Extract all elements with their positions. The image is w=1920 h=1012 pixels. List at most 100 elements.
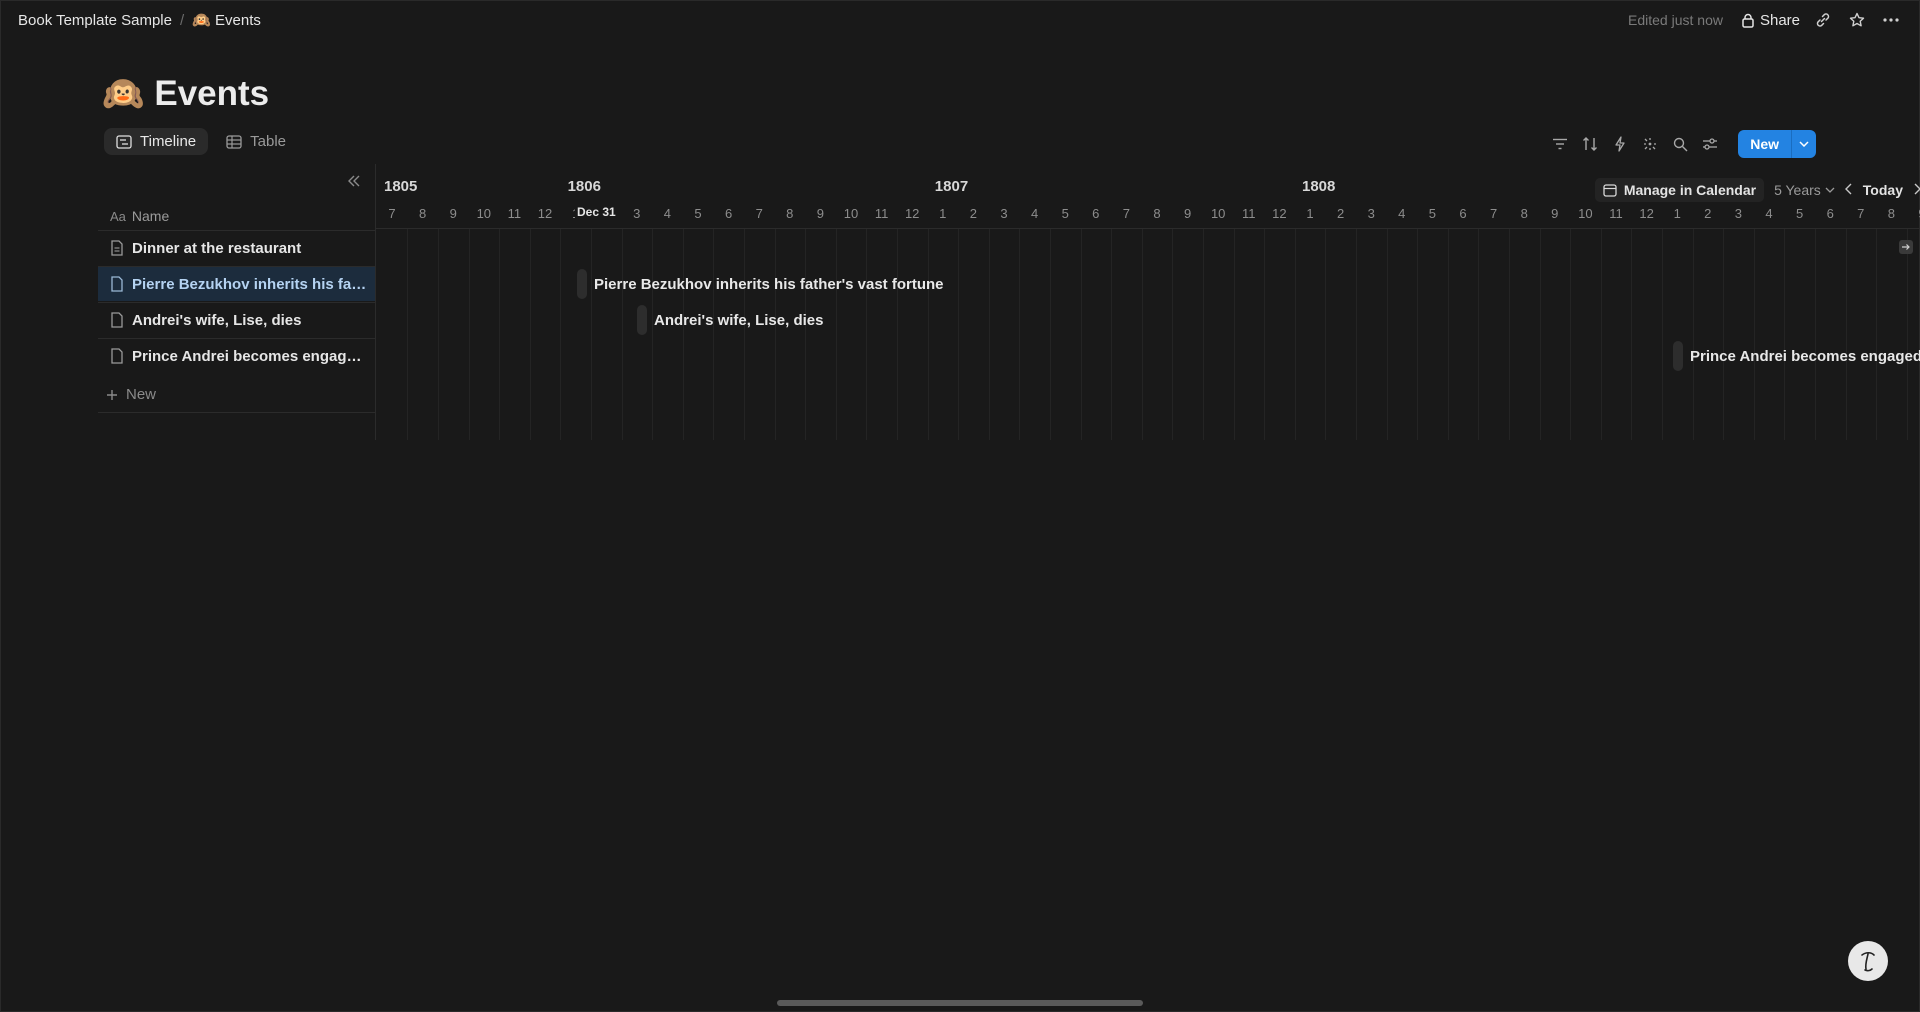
event-drag-handle[interactable] bbox=[577, 269, 587, 299]
table-row[interactable]: Dinner at the restaurant bbox=[98, 230, 375, 265]
arrow-right-icon bbox=[1902, 244, 1910, 250]
event-drag-handle[interactable] bbox=[1673, 341, 1683, 371]
month-label: 6 bbox=[1092, 206, 1100, 221]
month-label: 12 bbox=[1272, 206, 1287, 221]
month-label: 4 bbox=[1765, 206, 1773, 221]
timeline-controls: Manage in Calendar 5 Years Today bbox=[1594, 178, 1920, 202]
settings-sliders-icon bbox=[1703, 138, 1718, 150]
month-label: 6 bbox=[724, 206, 733, 221]
month-label: 8 bbox=[1153, 206, 1161, 221]
previous-period-button[interactable] bbox=[1844, 182, 1853, 198]
table-row[interactable]: Prince Andrei becomes engaged t... bbox=[98, 338, 375, 373]
view-settings-button[interactable] bbox=[1700, 134, 1720, 154]
ai-button[interactable] bbox=[1640, 134, 1660, 154]
timeline-zoom-select[interactable]: 5 Years bbox=[1774, 182, 1835, 198]
horizontal-scrollbar[interactable] bbox=[777, 1000, 1143, 1006]
month-gridline bbox=[1723, 228, 1725, 440]
filter-button[interactable] bbox=[1550, 134, 1570, 154]
new-dropdown-button[interactable] bbox=[1791, 130, 1816, 158]
new-button[interactable]: New bbox=[1738, 130, 1791, 158]
page-title-text[interactable]: Events bbox=[154, 74, 269, 114]
table-row[interactable]: Pierre Bezukhov inherits his fathe... bbox=[98, 266, 375, 301]
ai-sparkle-icon bbox=[1644, 138, 1657, 150]
month-label: 9 bbox=[1183, 206, 1192, 221]
month-gridline bbox=[1784, 228, 1786, 440]
month-label: 11 bbox=[874, 206, 889, 221]
month-gridline bbox=[1845, 228, 1847, 440]
breadcrumb-workspace[interactable]: Book Template Sample bbox=[18, 12, 172, 29]
lock-icon bbox=[1742, 13, 1754, 28]
month-gridline bbox=[1141, 228, 1143, 440]
chevron-down-icon bbox=[1825, 187, 1835, 193]
year-label: 1805 bbox=[384, 178, 418, 195]
manage-in-calendar-button[interactable]: Manage in Calendar bbox=[1594, 178, 1765, 202]
month-label: 6 bbox=[1459, 206, 1467, 221]
tab-timeline[interactable]: Timeline bbox=[104, 128, 209, 155]
month-gridline bbox=[1906, 228, 1908, 440]
month-gridline bbox=[1692, 228, 1694, 440]
collapse-table-button[interactable] bbox=[347, 174, 361, 192]
share-button[interactable]: Share bbox=[1741, 12, 1800, 29]
page-emoji-icon[interactable]: 🙉 bbox=[102, 74, 144, 114]
sort-icon bbox=[1583, 137, 1598, 151]
tab-table-label: Table bbox=[250, 133, 286, 150]
top-actions: Edited just now Share bbox=[1628, 9, 1902, 31]
month-gridline bbox=[958, 228, 960, 440]
more-options-button[interactable] bbox=[1880, 9, 1902, 31]
add-row-button[interactable]: New bbox=[106, 386, 156, 403]
month-label: 11 bbox=[507, 206, 522, 221]
favorite-button[interactable] bbox=[1846, 9, 1868, 31]
month-gridline bbox=[927, 228, 929, 440]
month-label: 8 bbox=[1887, 206, 1896, 221]
month-gridline bbox=[866, 228, 868, 440]
breadcrumb-page-label: Events bbox=[215, 12, 261, 29]
automation-button[interactable] bbox=[1610, 134, 1630, 154]
month-label: 7 bbox=[1122, 206, 1131, 221]
row-title: Dinner at the restaurant bbox=[132, 239, 302, 257]
month-gridline bbox=[437, 228, 439, 440]
month-gridline bbox=[1019, 228, 1021, 440]
row-title: Pierre Bezukhov inherits his fathe... bbox=[132, 275, 367, 293]
month-label: 3 bbox=[1367, 206, 1375, 221]
row-title: Andrei's wife, Lise, dies bbox=[132, 311, 302, 329]
timeline-event[interactable]: Andrei's wife, Lise, dies bbox=[637, 305, 823, 335]
search-icon bbox=[1673, 137, 1688, 151]
next-period-button[interactable] bbox=[1913, 182, 1920, 198]
sort-button[interactable] bbox=[1580, 134, 1600, 154]
month-label: 11 bbox=[1609, 206, 1623, 221]
view-toolbar: New bbox=[1550, 130, 1816, 158]
row-title: Prince Andrei becomes engaged t... bbox=[132, 347, 367, 365]
jump-to-item-button[interactable] bbox=[1899, 240, 1913, 254]
timeline-event[interactable]: Pierre Bezukhov inherits his father's va… bbox=[577, 269, 944, 299]
month-label: 7 bbox=[755, 206, 763, 221]
table-icon bbox=[226, 134, 242, 149]
year-label: 1807 bbox=[934, 178, 969, 195]
breadcrumb-page[interactable]: 🙉 Events bbox=[192, 11, 261, 29]
month-label: 2 bbox=[969, 206, 978, 221]
timeline-event[interactable]: Prince Andrei becomes engaged to N bbox=[1673, 341, 1920, 371]
table-row[interactable]: Andrei's wife, Lise, dies bbox=[98, 302, 375, 337]
plus-icon bbox=[107, 389, 117, 400]
tab-table[interactable]: Table bbox=[214, 128, 298, 155]
help-button[interactable] bbox=[1848, 941, 1888, 981]
month-label: 9 bbox=[449, 206, 457, 221]
page-icon bbox=[111, 276, 123, 292]
timeline-canvas[interactable]: 1805180618071808 78910111212345678910111… bbox=[375, 164, 1920, 440]
name-column-header[interactable]: Aa Name bbox=[110, 208, 169, 224]
event-title: Prince Andrei becomes engaged to N bbox=[1690, 347, 1920, 365]
month-gridline bbox=[1386, 228, 1388, 440]
month-gridline bbox=[896, 228, 898, 440]
timeline-table-panel: Aa Name Dinner at the restaurant Pierre … bbox=[98, 164, 375, 440]
month-label: 2 bbox=[1336, 206, 1345, 221]
tab-timeline-label: Timeline bbox=[140, 133, 197, 150]
copy-link-button[interactable] bbox=[1812, 9, 1834, 31]
month-gridline bbox=[1111, 228, 1113, 440]
search-button[interactable] bbox=[1670, 134, 1690, 154]
timeline-icon bbox=[116, 134, 132, 149]
top-bar: Book Template Sample / 🙉 Events Edited j… bbox=[0, 0, 1920, 40]
month-gridline bbox=[1570, 228, 1572, 440]
page-emoji-icon: 🙉 bbox=[192, 12, 211, 29]
month-gridline bbox=[1264, 228, 1266, 440]
event-drag-handle[interactable] bbox=[637, 305, 647, 335]
today-button[interactable]: Today bbox=[1863, 182, 1903, 198]
